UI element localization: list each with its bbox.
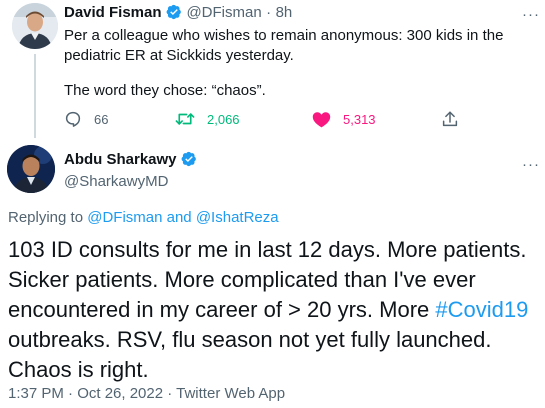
author-handle[interactable]: @DFisman xyxy=(186,4,261,21)
tweet-text-line: Per a colleague who wishes to remain ano… xyxy=(64,27,504,64)
like-count: 5,313 xyxy=(343,111,376,127)
mention-link[interactable]: @DFisman xyxy=(87,209,162,226)
main-tweet-text: 103 ID consults for me in last 12 days. … xyxy=(8,235,538,385)
retweet-button[interactable]: 2,066 xyxy=(175,110,240,128)
more-icon[interactable]: ··· xyxy=(522,157,540,172)
mention-link[interactable]: @IshatReza xyxy=(196,209,279,226)
thread-connector-line xyxy=(34,54,36,138)
replying-and[interactable]: and xyxy=(167,209,192,226)
tweet-time[interactable]: 8h xyxy=(276,4,293,21)
parent-tweet-header: David Fisman @DFisman · 8h xyxy=(64,4,292,22)
author-handle[interactable]: @SharkawyMD xyxy=(64,173,168,190)
replying-to: Replying to @DFisman and @IshatReza xyxy=(8,209,279,226)
heart-icon xyxy=(312,110,331,128)
author-name[interactable]: Abdu Sharkawy xyxy=(64,151,177,168)
tweet-text: outbreaks. RSV, flu season not yet fully… xyxy=(8,327,492,382)
replying-prefix: Replying to xyxy=(8,209,84,226)
verified-badge-icon xyxy=(166,4,182,20)
hashtag-link[interactable]: #Covid19 xyxy=(435,297,528,322)
share-icon xyxy=(441,109,459,129)
header-separator: · xyxy=(266,4,272,21)
avatar-abdu-sharkawy[interactable] xyxy=(7,145,55,193)
reply-count: 66 xyxy=(94,111,109,127)
verified-badge-icon xyxy=(181,151,197,167)
more-icon[interactable]: ··· xyxy=(522,7,540,22)
reply-icon xyxy=(64,110,82,128)
retweet-count: 2,066 xyxy=(207,111,240,127)
main-tweet-header: Abdu Sharkawy xyxy=(64,151,197,169)
reply-button[interactable]: 66 xyxy=(64,110,108,128)
tweet-timestamp[interactable]: 1:37 PM · Oct 26, 2022 · Twitter Web App xyxy=(8,385,285,402)
parent-tweet-text: Per a colleague who wishes to remain ano… xyxy=(64,26,534,101)
retweet-icon xyxy=(175,110,195,128)
share-button[interactable] xyxy=(441,109,459,129)
author-name[interactable]: David Fisman xyxy=(64,4,162,21)
like-button[interactable]: 5,313 xyxy=(312,110,376,128)
avatar-david-fisman[interactable] xyxy=(12,3,58,49)
tweet-text-line: The word they chose: “chaos”. xyxy=(64,82,266,99)
